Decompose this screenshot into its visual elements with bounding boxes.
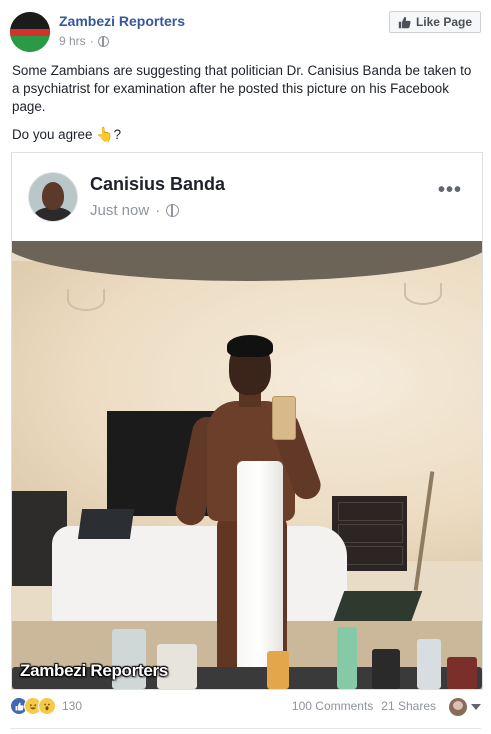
reactions-summary[interactable]: 130 xyxy=(10,697,82,715)
post-paragraph-2: Do you agree 👆? xyxy=(12,125,482,144)
photo-bottle xyxy=(372,649,400,689)
post-stats: 100 Comments 21 Shares xyxy=(292,699,436,713)
facebook-post: Zambezi Reporters 9 hrs · Like Page Some… xyxy=(0,0,491,734)
photo-bottle xyxy=(337,627,357,689)
avatar-flag-green xyxy=(10,36,50,52)
share-as-avatar[interactable] xyxy=(449,698,467,716)
photo-bottle xyxy=(447,657,477,689)
like-page-label: Like Page xyxy=(415,15,472,29)
surprised-face-icon xyxy=(44,703,50,711)
wall-lamp-left xyxy=(67,289,105,311)
shared-meta-separator: · xyxy=(155,202,161,219)
post-paragraph-1: Some Zambians are suggesting that politi… xyxy=(12,63,472,114)
wow-reaction-icon xyxy=(38,697,56,715)
avatar-flag-red xyxy=(10,29,50,36)
photo-bottle xyxy=(267,651,289,689)
page-name-link[interactable]: Zambezi Reporters xyxy=(59,13,185,29)
chevron-down-icon[interactable] xyxy=(471,704,481,710)
post-time[interactable]: 9 hrs xyxy=(59,34,86,48)
author-avatar xyxy=(28,172,78,222)
drawer xyxy=(338,524,403,543)
page-avatar[interactable] xyxy=(10,12,50,52)
post-header: Zambezi Reporters 9 hrs · Like Page xyxy=(10,10,481,54)
shared-screenshot[interactable]: Canisius Banda Just now · ••• Zambezi Re… xyxy=(11,152,483,690)
person-hair xyxy=(227,335,273,357)
pointing-up-emoji-icon: 👆 xyxy=(96,126,114,142)
wall-lamp-right xyxy=(404,283,442,305)
question-text: Do you agree xyxy=(12,127,97,142)
avatar-face xyxy=(42,182,64,210)
globe-icon xyxy=(97,35,109,47)
photo-watermark: Zambezi Reporters xyxy=(20,661,168,680)
footer-divider xyxy=(10,728,481,729)
post-text: Some Zambians are suggesting that politi… xyxy=(12,62,482,153)
shared-post-header: Canisius Banda Just now · ••• xyxy=(12,153,482,239)
meta-separator: · xyxy=(89,34,94,48)
drawer xyxy=(338,546,403,565)
comments-count-link[interactable]: 100 Comments xyxy=(292,699,373,713)
like-page-button[interactable]: Like Page xyxy=(388,11,481,33)
thumbs-up-icon xyxy=(15,702,24,710)
photo-bottle xyxy=(417,639,441,689)
post-meta: 9 hrs · xyxy=(59,34,109,48)
more-options-icon: ••• xyxy=(437,179,462,201)
question-mark: ? xyxy=(113,127,122,142)
shared-post-time: Just now xyxy=(90,202,150,219)
person-phone xyxy=(272,396,296,440)
post-footer: 130 100 Comments 21 Shares xyxy=(10,694,481,720)
drawer xyxy=(338,502,403,521)
shared-post-meta: Just now · xyxy=(90,202,180,219)
shares-count-link[interactable]: 21 Shares xyxy=(381,699,436,713)
globe-icon xyxy=(166,204,180,217)
photo-laptop xyxy=(77,509,135,539)
thumbs-up-icon xyxy=(398,16,411,28)
post-photo: Zambezi Reporters xyxy=(12,241,482,689)
reaction-count: 130 xyxy=(62,699,83,713)
shared-author-name: Canisius Banda xyxy=(90,174,226,194)
